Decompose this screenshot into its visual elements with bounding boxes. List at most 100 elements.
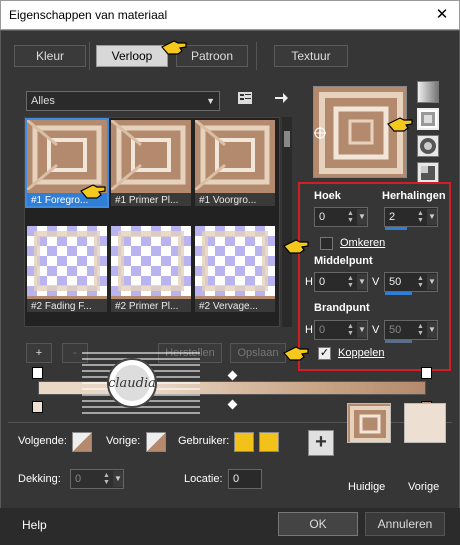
focal-h-label: H xyxy=(305,324,313,336)
gradient-preview-icon xyxy=(350,406,390,442)
previous-swatch[interactable] xyxy=(404,403,446,443)
arrow-right-icon[interactable] xyxy=(272,90,290,108)
focal-h-field[interactable]: 0 ▲ ▼ ▼ xyxy=(314,320,368,340)
pointer-hand-icon xyxy=(283,346,309,361)
next-label: Volgende: xyxy=(18,435,67,447)
spinner-arrows-icon[interactable]: ▲ ▼ xyxy=(347,275,355,289)
title-bar: Eigenschappen van materiaal ✕ xyxy=(0,0,460,30)
list-view-icon[interactable] xyxy=(236,90,254,108)
prev-label: Vorige: xyxy=(106,435,141,447)
gallery-item-label: #2 Fading F... xyxy=(27,299,107,312)
angle-label: Hoek xyxy=(314,190,341,202)
gallery-item-primer[interactable]: #1 Primer Pl... xyxy=(111,120,191,206)
spinner-arrows-icon[interactable]: ▲ ▼ xyxy=(417,210,425,224)
tab-verloop[interactable]: Verloop xyxy=(96,45,168,67)
center-h-value: 0 xyxy=(319,276,326,288)
pointer-hand-icon xyxy=(161,40,187,55)
category-value: Alles xyxy=(31,95,55,107)
scrollbar-thumb[interactable] xyxy=(284,131,290,147)
angle-value: 0 xyxy=(319,211,326,223)
rectangular-gradient-style-button[interactable] xyxy=(417,108,439,130)
sunburst-gradient-icon xyxy=(421,166,435,180)
radial-gradient-style-button[interactable] xyxy=(417,135,439,157)
window-title: Eigenschappen van materiaal xyxy=(9,8,168,22)
opacity-field[interactable]: 0 ▲ ▼ ▼ xyxy=(70,469,124,489)
ok-button[interactable]: OK xyxy=(278,512,358,536)
repeats-value: 2 xyxy=(389,211,396,223)
focal-label: Brandpunt xyxy=(314,302,370,314)
spinner-arrows-icon[interactable]: ▲ ▼ xyxy=(103,472,111,486)
radial-gradient-icon xyxy=(420,138,436,154)
chevron-down-icon[interactable]: ▼ xyxy=(427,274,437,290)
prev-color-swatch[interactable] xyxy=(146,432,166,452)
gradient-stop-marker[interactable] xyxy=(421,367,432,379)
current-swatch[interactable] xyxy=(347,403,391,443)
cancel-button[interactable]: Annuleren xyxy=(365,512,445,536)
user-color-swatch-1[interactable] xyxy=(234,432,254,452)
gallery-item-label: #1 Primer Pl... xyxy=(111,193,191,206)
focal-h-value: 0 xyxy=(319,324,326,336)
location-field[interactable]: 0 xyxy=(228,469,262,489)
spinner-arrows-icon[interactable]: ▲ ▼ xyxy=(347,323,355,337)
gallery-item-voorgrond[interactable]: #1 Voorgro... xyxy=(195,120,275,206)
help-button[interactable]: Help xyxy=(22,518,47,532)
tab-separator xyxy=(256,42,257,70)
link-label: Koppelen xyxy=(338,347,385,359)
spinner-arrows-icon[interactable]: ▲ ▼ xyxy=(347,210,355,224)
location-label: Locatie: xyxy=(184,473,223,485)
spinner-arrows-icon[interactable]: ▲ ▼ xyxy=(417,275,425,289)
chevron-down-icon[interactable]: ▼ xyxy=(357,209,367,225)
center-label: Middelpunt xyxy=(314,255,373,267)
opacity-label: Dekking: xyxy=(18,473,61,485)
chevron-down-icon[interactable]: ▼ xyxy=(427,322,437,338)
gallery-item-vervagen[interactable]: #2 Vervage... xyxy=(195,226,275,312)
chevron-down-icon[interactable]: ▼ xyxy=(357,322,367,338)
gallery-item-label: #1 Voorgro... xyxy=(195,193,275,206)
focal-v-slider[interactable] xyxy=(385,340,412,343)
sunburst-gradient-style-button[interactable] xyxy=(417,162,439,184)
next-color-swatch[interactable] xyxy=(72,432,92,452)
opacity-value: 0 xyxy=(75,473,82,485)
repeats-field[interactable]: 2 ▲ ▼ ▼ xyxy=(384,207,438,227)
invert-label: Omkeren xyxy=(340,237,386,249)
tab-separator xyxy=(89,42,90,70)
gallery-item-label: #2 Vervage... xyxy=(195,299,275,312)
center-v-field[interactable]: 50 ▲ ▼ ▼ xyxy=(384,272,438,292)
save-button[interactable]: Opslaan xyxy=(230,343,286,363)
user-label: Gebruiker: xyxy=(178,435,230,447)
tab-textuur[interactable]: Textuur xyxy=(274,45,348,67)
center-v-slider[interactable] xyxy=(385,292,412,295)
linear-gradient-style-button[interactable] xyxy=(417,81,439,103)
gradient-preview-icon xyxy=(111,226,191,296)
invert-checkbox[interactable] xyxy=(320,237,333,250)
gradient-preview-icon xyxy=(195,226,275,296)
gallery-item-fading[interactable]: #2 Fading F... xyxy=(27,226,107,312)
gradient-preview-icon xyxy=(195,120,275,192)
gradient-preview-icon xyxy=(111,120,191,192)
pointer-hand-icon xyxy=(80,184,106,199)
center-h-field[interactable]: 0 ▲ ▼ ▼ xyxy=(314,272,368,292)
repeats-slider[interactable] xyxy=(385,227,407,230)
tab-kleur[interactable]: Kleur xyxy=(14,45,86,67)
category-select[interactable]: Alles ▼ xyxy=(26,91,220,111)
spinner-arrows-icon[interactable]: ▲ ▼ xyxy=(417,323,425,337)
chevron-down-icon[interactable]: ▼ xyxy=(113,471,123,487)
focal-v-label: V xyxy=(372,324,380,336)
add-gradient-button[interactable]: + xyxy=(26,343,52,363)
close-button[interactable]: ✕ xyxy=(429,4,455,26)
focal-v-value: 50 xyxy=(389,324,402,336)
link-checkbox[interactable]: ✓ xyxy=(318,347,331,360)
gallery-scrollbar[interactable] xyxy=(282,117,292,327)
previous-swatch-label: Vorige xyxy=(408,481,440,493)
gradient-stop-marker[interactable] xyxy=(32,401,43,413)
pointer-hand-icon xyxy=(283,239,309,254)
focal-v-field[interactable]: 50 ▲ ▼ ▼ xyxy=(384,320,438,340)
user-color-swatch-2[interactable] xyxy=(259,432,279,452)
center-h-label: H xyxy=(305,276,313,288)
add-color-button[interactable]: + xyxy=(308,430,334,456)
gradient-stop-marker[interactable] xyxy=(32,367,43,379)
chevron-down-icon[interactable]: ▼ xyxy=(357,274,367,290)
chevron-down-icon[interactable]: ▼ xyxy=(427,209,437,225)
angle-field[interactable]: 0 ▲ ▼ ▼ xyxy=(314,207,368,227)
gallery-item-primer-2[interactable]: #2 Primer Pl... xyxy=(111,226,191,312)
